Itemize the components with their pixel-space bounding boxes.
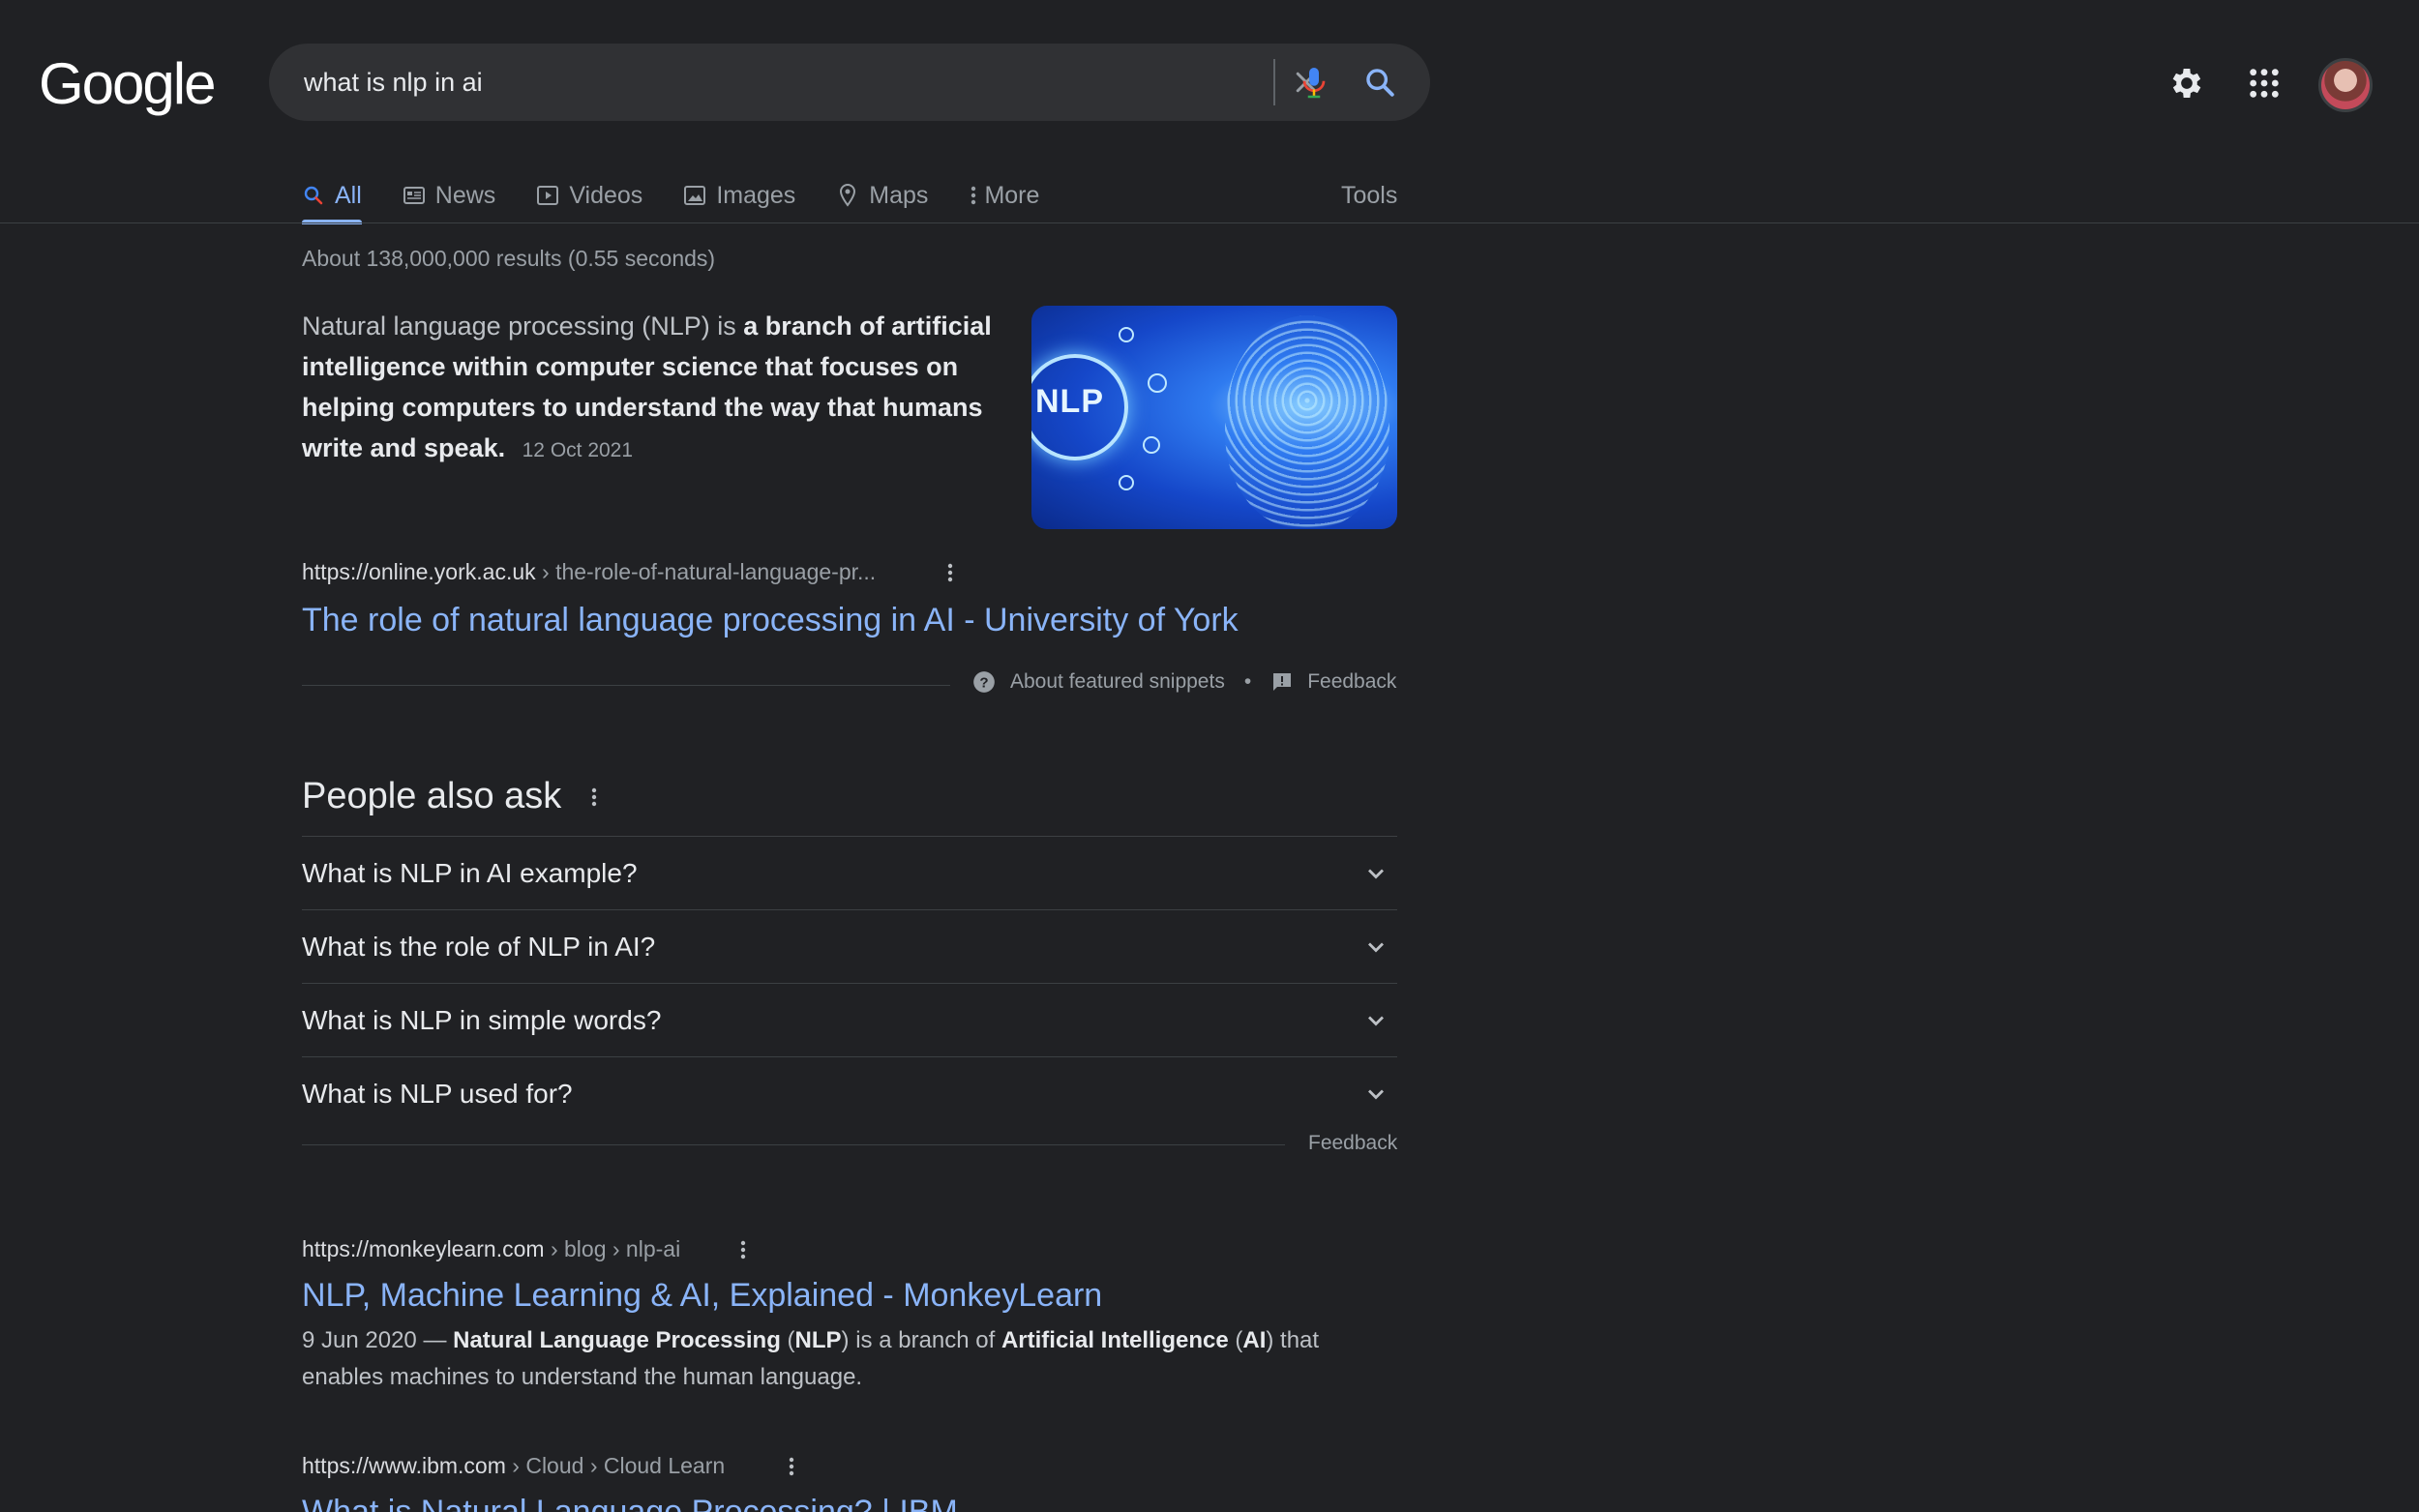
paa-question-text: What is the role of NLP in AI? [302,931,656,962]
about-featured-snippets-link[interactable]: About featured snippets [1010,670,1225,694]
tools-button[interactable]: Tools [1341,166,1397,224]
tab-maps[interactable]: Maps [836,166,928,224]
result-url[interactable]: https://monkeylearn.com › blog › nlp-ai [302,1236,680,1262]
url-path: › Cloud › Cloud Learn [505,1453,726,1478]
footer-separator: • [1243,670,1252,693]
snippet-footer: ? About featured snippets • Feedback [971,669,1396,695]
image-icon [684,186,706,205]
google-logo[interactable]: Google [39,50,216,117]
apps-grid-icon[interactable] [2241,60,2287,106]
nlp-image-label: NLP [1035,383,1104,420]
desc-text: ) is a branch of [841,1327,1001,1353]
snippet-end: . [497,433,506,462]
image-dot [1148,373,1167,393]
more-vert-icon [971,186,976,205]
image-dot [1143,436,1160,454]
paa-question[interactable]: What is NLP in simple words? [302,984,1397,1057]
result-description: 9 Jun 2020 — Natural Language Processing… [302,1322,1328,1396]
featured-snippet-text: Natural language processing (NLP) is a b… [302,306,999,471]
map-pin-icon [840,183,856,207]
people-also-ask-list: What is NLP in AI example? What is the r… [302,836,1397,1131]
search-tabs: All News Videos Images Maps More [302,166,1080,224]
paa-options-icon[interactable] [582,780,606,815]
result-url[interactable]: https://www.ibm.com › Cloud › Cloud Lear… [302,1453,725,1479]
chevron-down-icon [1368,869,1384,878]
digital-face [1225,315,1389,528]
people-also-ask-title: People also ask [302,776,562,816]
paa-question-text: What is NLP used for? [302,1079,573,1109]
search-box[interactable] [269,44,1430,121]
svg-text:?: ? [979,674,988,691]
feedback-icon [1273,673,1292,691]
result-title-link[interactable]: NLP, Machine Learning & AI, Explained - … [302,1277,1102,1315]
tab-label: News [434,181,496,209]
url-path: › the-role-of-natural-language-pr... [535,559,877,584]
desc-text: ( [780,1327,795,1353]
image-dot [1119,327,1134,342]
url-domain: https://online.york.ac.uk [302,559,536,584]
tab-more[interactable]: More [969,166,1039,224]
desc-bold: Natural Language Processing [453,1327,781,1353]
tab-label: All [335,181,362,209]
tab-label: Videos [569,181,643,209]
tab-label: More [984,181,1040,209]
tab-news[interactable]: News [403,166,496,224]
play-icon [537,186,559,205]
desc-bold: Artificial Intelligence [1000,1327,1229,1353]
snippet-feedback-link[interactable]: Feedback [1307,670,1396,694]
desc-bold: AI [1242,1327,1267,1353]
chevron-down-icon [1368,1089,1384,1100]
search-results-page: Google All [0,0,2419,1512]
chevron-down-icon [1368,1016,1384,1025]
account-avatar[interactable] [2318,58,2373,112]
tab-label: Maps [869,181,929,209]
desc-text: 9 Jun 2020 — [302,1327,454,1353]
paa-question[interactable]: What is NLP in AI example? [302,837,1397,910]
url-path: › blog › nlp-ai [544,1236,681,1261]
result-title-link[interactable]: The role of natural language processing … [302,602,1239,639]
result-stats: About 138,000,000 results (0.55 seconds) [302,246,716,271]
image-dot [1119,475,1134,490]
tab-all[interactable]: All [302,166,362,224]
help-circle-icon: ? [973,671,995,693]
tab-videos[interactable]: Videos [536,166,642,224]
result-url[interactable]: https://online.york.ac.uk › the-role-of-… [302,559,876,585]
news-icon [403,187,425,204]
result-title-link[interactable]: What is Natural Language Processing? | I… [302,1494,958,1512]
microphone-icon[interactable] [1293,61,1335,104]
paa-question-text: What is NLP in AI example? [302,857,638,888]
search-divider [1273,59,1275,105]
snippet-date: 12 Oct 2021 [522,439,634,461]
desc-text: ( [1228,1327,1243,1353]
result-options-icon[interactable] [780,1449,803,1484]
result-options-icon[interactable] [732,1232,755,1267]
snippet-divider [302,685,950,686]
search-icon [304,186,323,205]
tab-label: Images [716,181,796,209]
tab-images[interactable]: Images [683,166,795,224]
search-input[interactable] [304,44,1155,121]
search-icon[interactable] [1359,61,1401,104]
paa-question[interactable]: What is NLP used for? [302,1057,1397,1131]
paa-question[interactable]: What is the role of NLP in AI? [302,910,1397,984]
snippet-plain: Natural language processing (NLP) is [302,311,744,341]
result-options-icon[interactable] [939,555,962,590]
desc-bold: NLP [794,1327,842,1353]
paa-feedback-link[interactable]: Feedback [1308,1132,1397,1155]
featured-snippet-image[interactable]: NLP [1031,306,1397,529]
chevron-down-icon [1368,942,1384,952]
url-domain: https://www.ibm.com [302,1453,506,1478]
paa-divider [302,1144,1285,1145]
settings-gear-icon[interactable] [2164,60,2210,106]
tabs-divider [0,222,2419,223]
url-domain: https://monkeylearn.com [302,1236,545,1261]
paa-question-text: What is NLP in simple words? [302,1004,662,1035]
